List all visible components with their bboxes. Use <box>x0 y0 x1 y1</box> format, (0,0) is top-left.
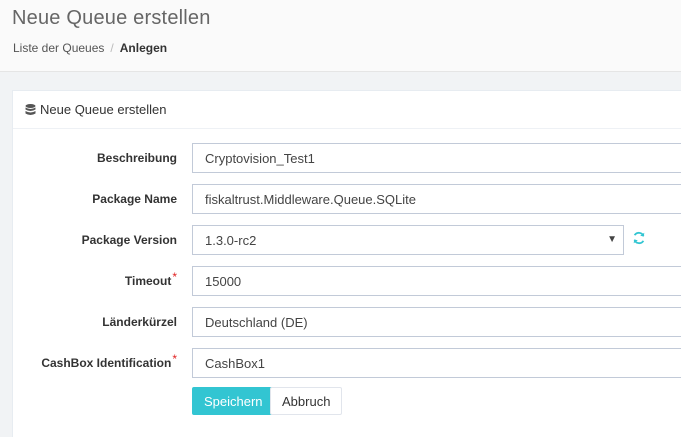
form-row-cashbox-identification: CashBox Identification* CashBox1 <box>13 348 681 378</box>
breadcrumb-link-queue-list[interactable]: Liste der Queues <box>13 41 104 55</box>
page-title: Neue Queue erstellen <box>12 7 211 29</box>
save-button[interactable]: Speichern <box>192 387 275 415</box>
create-queue-panel: Neue Queue erstellen Beschreibung Crypto… <box>12 90 681 437</box>
timeout-label-text: Timeout <box>124 274 172 288</box>
breadcrumb: Liste der Queues / Anlegen <box>13 41 167 55</box>
timeout-label: Timeout* <box>124 270 177 288</box>
refresh-icon[interactable] <box>632 231 646 245</box>
package-version-value: 1.3.0-rc2 <box>205 233 257 248</box>
package-name-label: Package Name <box>92 192 177 206</box>
cancel-button[interactable]: Abbruch <box>270 387 343 415</box>
laenderkuerzel-select[interactable]: Deutschland (DE) <box>192 307 681 337</box>
package-version-select[interactable]: 1.3.0-rc2 ▼ <box>192 225 624 255</box>
page-header: Neue Queue erstellen Liste der Queues / An… <box>0 0 681 72</box>
cashbox-identification-input[interactable]: CashBox1 <box>192 348 681 378</box>
breadcrumb-separator: / <box>110 41 114 55</box>
form-row-beschreibung: Beschreibung Cryptovision_Test1 <box>13 143 681 173</box>
panel-caption-text: Neue Queue erstellen <box>40 102 167 117</box>
beschreibung-label: Beschreibung <box>96 151 177 165</box>
package-version-label: Package Version <box>81 233 177 247</box>
form-row-package-version: Package Version 1.3.0-rc2 ▼ <box>13 225 681 255</box>
required-marker: * <box>172 352 177 366</box>
panel-header: Neue Queue erstellen <box>13 91 681 129</box>
form-row-timeout: Timeout* 15000 <box>13 266 681 296</box>
database-icon <box>25 103 36 115</box>
form-row-package-name: Package Name fiskaltrust.Middleware.Queu… <box>13 184 681 214</box>
laenderkuerzel-label: Länderkürzel <box>102 315 177 329</box>
panel-caption: Neue Queue erstellen <box>25 102 166 117</box>
beschreibung-input[interactable]: Cryptovision_Test1 <box>192 143 681 173</box>
dropdown-arrow-icon: ▼ <box>607 234 617 245</box>
timeout-input[interactable]: 15000 <box>192 266 681 296</box>
required-marker: * <box>172 270 177 284</box>
package-name-input[interactable]: fiskaltrust.Middleware.Queue.SQLite <box>192 184 681 214</box>
form-row-laenderkuerzel: Länderkürzel Deutschland (DE) <box>13 307 681 337</box>
breadcrumb-current: Anlegen <box>119 41 168 55</box>
cashbox-identification-label: CashBox Identification* <box>41 352 177 370</box>
cashbox-identification-label-text: CashBox Identification <box>41 356 172 370</box>
